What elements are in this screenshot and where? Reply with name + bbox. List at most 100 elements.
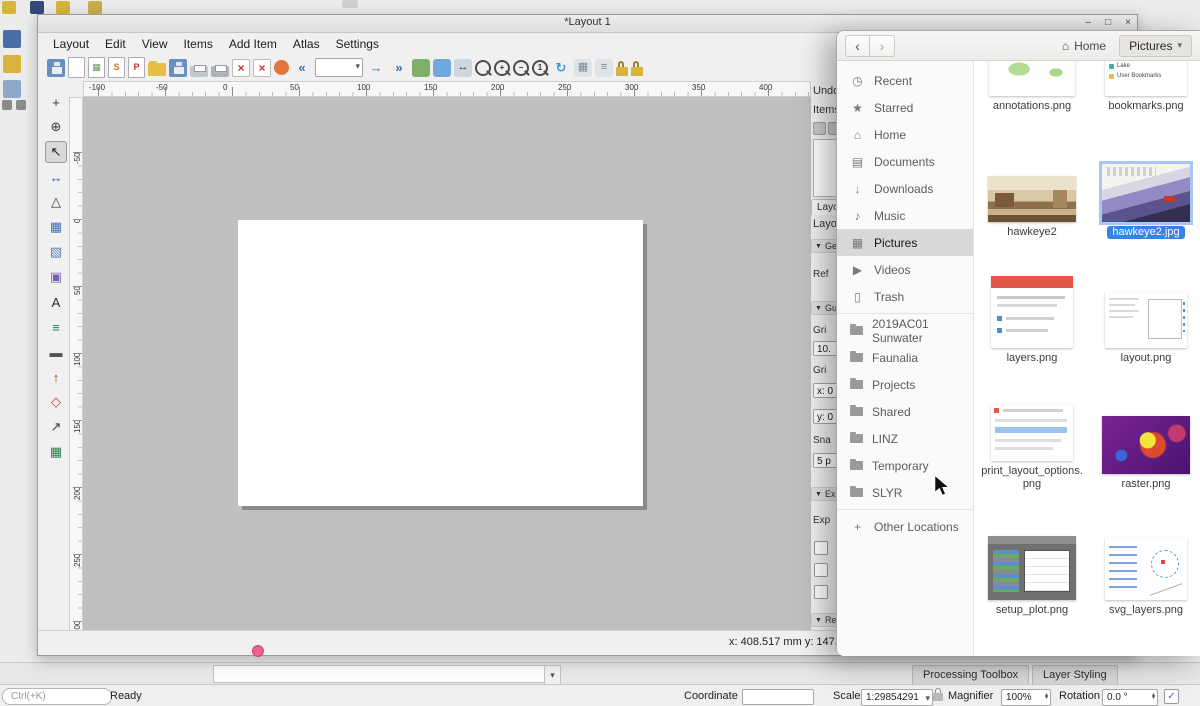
atlas-first-icon[interactable]: «	[292, 58, 312, 78]
menu-layout[interactable]: Layout	[46, 35, 96, 53]
export-svg-icon[interactable]: S	[108, 57, 125, 78]
add-shape-tool-icon[interactable]: ◇	[45, 391, 67, 413]
maximize-button[interactable]: □	[1105, 15, 1111, 31]
cut-item-icon[interactable]: ×	[232, 59, 250, 77]
save-project-icon[interactable]	[47, 59, 65, 77]
sidebar-item-pictures[interactable]: ▦ Pictures	[837, 229, 973, 256]
menu-edit[interactable]: Edit	[98, 35, 133, 53]
atlas-settings-icon[interactable]	[274, 60, 289, 75]
add-scalebar-tool-icon[interactable]: ▬	[45, 341, 67, 363]
file-hawkeye2[interactable]: hawkeye2	[976, 127, 1088, 239]
locator-input[interactable]: Ctrl(+K)	[2, 688, 112, 705]
add-picture-icon[interactable]	[433, 59, 451, 77]
add-table-tool-icon[interactable]: ▦	[45, 441, 67, 463]
layout-canvas[interactable]	[83, 97, 811, 633]
tab-processing-toolbox[interactable]: Processing Toolbox	[912, 665, 1029, 685]
file-annotations[interactable]: annotations.png	[976, 61, 1088, 113]
add-pages-icon[interactable]	[412, 59, 430, 77]
sidebar-item-music[interactable]: ♪ Music	[837, 202, 973, 229]
sidebar-item-shared[interactable]: Shared	[837, 398, 973, 425]
layout-page[interactable]	[238, 220, 643, 506]
edit-nodes-tool-icon[interactable]: △	[45, 191, 67, 213]
minimize-button[interactable]: –	[1086, 15, 1092, 31]
move-content-tool-icon[interactable]: ↔	[45, 166, 67, 188]
pathbar-location-button[interactable]: Pictures ▾	[1119, 35, 1192, 57]
export-checkbox-2[interactable]	[814, 563, 828, 577]
save-as-icon[interactable]	[169, 59, 187, 77]
sidebar-item-videos[interactable]: ▶ Videos	[837, 256, 973, 283]
file-svg-layers[interactable]: svg_layers.png	[1090, 505, 1200, 617]
move-item-icon[interactable]: ↔	[454, 59, 472, 77]
zoom-out-icon[interactable]: −	[513, 60, 529, 76]
unlock-items-icon[interactable]	[631, 67, 643, 76]
select-move-item-tool-icon[interactable]: ↖	[45, 141, 67, 163]
export-pdf-icon[interactable]: P	[128, 57, 145, 78]
file-layout[interactable]: layout.png	[1090, 253, 1200, 365]
coordinate-input[interactable]	[742, 689, 814, 705]
add-north-arrow-tool-icon[interactable]: ↑	[45, 366, 67, 388]
tab-layer-styling[interactable]: Layer Styling	[1032, 665, 1118, 685]
atlas-last-icon[interactable]: »	[389, 58, 409, 78]
delete-item-icon[interactable]: ×	[253, 59, 271, 77]
lock-scale-icon[interactable]	[933, 693, 943, 701]
atlas-next-icon[interactable]: →	[366, 58, 386, 78]
sidebar-item-other-locations[interactable]: + Other Locations	[837, 513, 973, 540]
menu-settings[interactable]: Settings	[329, 35, 386, 53]
export-checkbox-1[interactable]	[814, 541, 828, 555]
sidebar-item-recent[interactable]: ◷ Recent	[837, 67, 973, 94]
forward-button[interactable]: ›	[870, 35, 895, 57]
chevron-down-icon[interactable]: ▾	[544, 665, 561, 685]
add-arrow-tool-icon[interactable]: ↗	[45, 416, 67, 438]
add-3d-map-tool-icon[interactable]: ▧	[45, 241, 67, 263]
refresh-view-icon[interactable]: ↻	[551, 58, 571, 78]
menu-atlas[interactable]: Atlas	[286, 35, 327, 53]
file-bookmarks[interactable]: Bookmark 2 Dam Lake User Bookmarks bookm…	[1090, 61, 1200, 113]
rotation-spinbox[interactable]: 0.0 °	[1102, 689, 1158, 706]
add-label-tool-icon[interactable]: A	[45, 291, 67, 313]
menu-add-item[interactable]: Add Item	[222, 35, 284, 53]
show-grid-icon[interactable]: ▦	[574, 59, 592, 77]
sidebar-item-starred[interactable]: ★ Starred	[837, 94, 973, 121]
file-raster[interactable]: raster.png	[1090, 379, 1200, 491]
export-image-icon[interactable]: ▦	[88, 57, 105, 78]
item-lock-icon[interactable]	[813, 122, 826, 135]
sidebar-item-projects[interactable]: Projects	[837, 371, 973, 398]
add-map-tool-icon[interactable]: ▦	[45, 216, 67, 238]
menu-view[interactable]: View	[135, 35, 175, 53]
magnifier-spinbox[interactable]: 100%	[1001, 689, 1051, 706]
render-checkbox[interactable]: ✓	[1164, 689, 1179, 704]
sidebar-item-trash[interactable]: ▯ Trash	[837, 283, 973, 310]
add-legend-tool-icon[interactable]: ≡	[45, 316, 67, 338]
add-picture-tool-icon[interactable]: ▣	[45, 266, 67, 288]
zoom-full-icon[interactable]	[475, 60, 491, 76]
sidebar-item-linz[interactable]: LINZ	[837, 425, 973, 452]
pan-tool-icon[interactable]: +	[45, 91, 67, 113]
new-layout-icon[interactable]	[68, 57, 85, 78]
menu-items[interactable]: Items	[177, 35, 220, 53]
export-checkbox-3[interactable]	[814, 585, 828, 599]
file-layers[interactable]: layers.png	[976, 253, 1088, 365]
sidebar-item-home[interactable]: ⌂ Home	[837, 121, 973, 148]
panel-search-field[interactable]	[213, 665, 545, 683]
scale-combo[interactable]: 1:29854291	[861, 689, 933, 706]
show-guides-icon[interactable]: ≡	[595, 59, 613, 77]
open-layout-icon[interactable]	[148, 63, 166, 76]
zoom-in-icon[interactable]: +	[494, 60, 510, 76]
back-button[interactable]: ‹	[845, 35, 870, 57]
zoom-tool-icon[interactable]: ⊕	[45, 116, 67, 138]
sidebar-item-2019ac01-sunwater[interactable]: 2019AC01 Sunwater	[837, 317, 973, 344]
sidebar-item-slyr[interactable]: SLYR	[837, 479, 973, 506]
pathbar-home-button[interactable]: ⌂ Home	[1053, 36, 1115, 56]
file-manager-headerbar[interactable]: ‹ › ⌂ Home Pictures ▾	[837, 31, 1200, 61]
print-icon[interactable]	[190, 66, 208, 77]
close-button[interactable]: ×	[1125, 15, 1131, 31]
lock-items-icon[interactable]	[616, 67, 628, 76]
page-setup-icon[interactable]	[211, 66, 229, 77]
zoom-actual-icon[interactable]: 1	[532, 60, 548, 76]
file-setup-plot[interactable]: setup_plot.png	[976, 505, 1088, 617]
file-hawkeye2-jpg[interactable]: hawkeye2.jpg	[1090, 127, 1200, 239]
sidebar-item-downloads[interactable]: ↓ Downloads	[837, 175, 973, 202]
zoom-level-combo[interactable]	[315, 58, 363, 77]
file-manager-content[interactable]: annotations.png Bookmark 2 Dam Lake User…	[974, 61, 1200, 656]
sidebar-item-temporary[interactable]: Temporary	[837, 452, 973, 479]
